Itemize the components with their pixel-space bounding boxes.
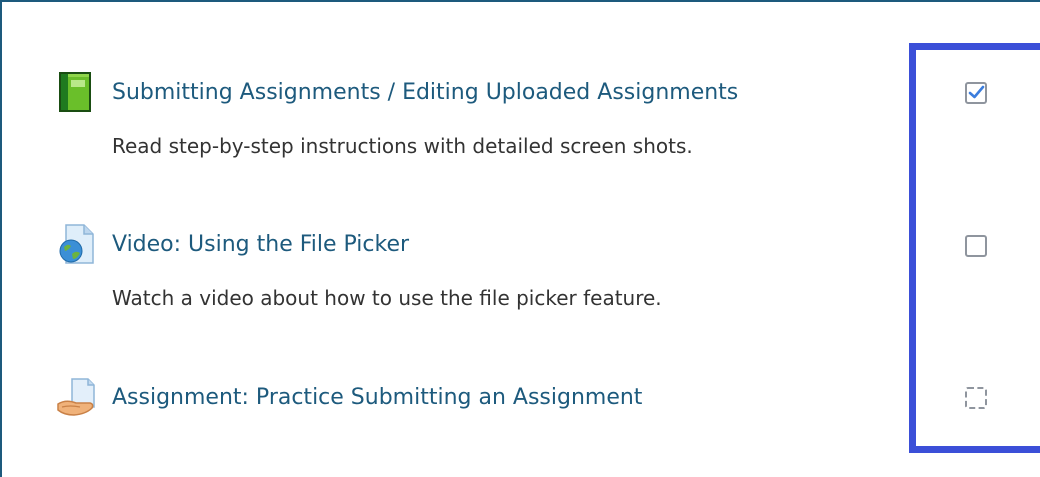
activity-description: Read step-by-step instructions with deta… — [112, 134, 693, 158]
activity-link-book[interactable]: Submitting Assignments / Editing Uploade… — [112, 80, 738, 105]
completion-checkbox-empty[interactable] — [965, 235, 987, 257]
assignment-hand-icon — [56, 377, 96, 417]
activity-url: Video: Using the File Picker Watch a vid… — [56, 224, 876, 310]
book-icon — [56, 72, 96, 112]
check-icon — [968, 85, 985, 99]
activity-link-assignment[interactable]: Assignment: Practice Submitting an Assig… — [112, 385, 642, 410]
completion-checkbox-automatic[interactable] — [965, 387, 987, 409]
activity-assignment: Assignment: Practice Submitting an Assig… — [56, 377, 876, 417]
activity-link-video[interactable]: Video: Using the File Picker — [112, 232, 409, 257]
completion-checkbox-checked[interactable] — [965, 82, 987, 104]
url-globe-icon — [56, 224, 96, 264]
course-section: Submitting Assignments / Editing Uploade… — [0, 0, 1040, 477]
activity-book: Submitting Assignments / Editing Uploade… — [56, 72, 876, 158]
activity-description: Watch a video about how to use the file … — [112, 286, 662, 310]
